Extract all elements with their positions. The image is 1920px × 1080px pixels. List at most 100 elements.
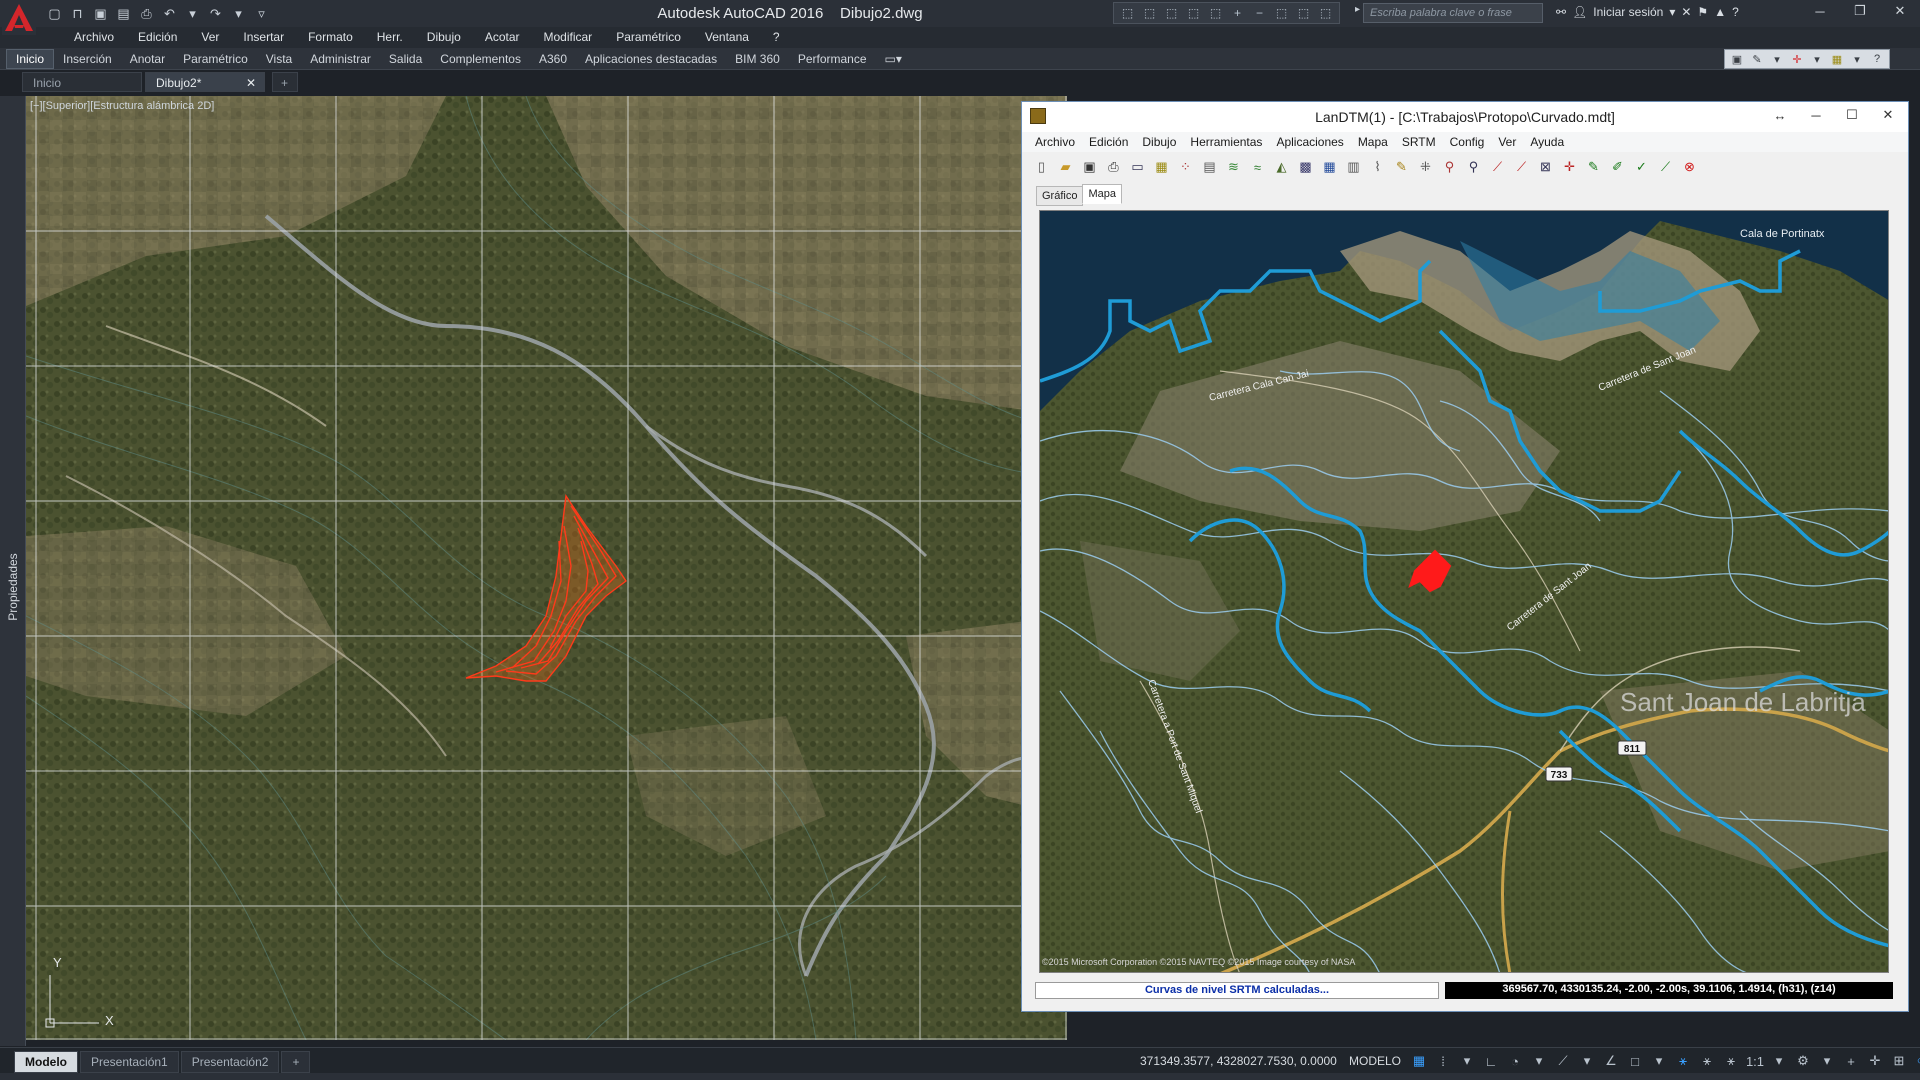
menu-modificar[interactable]: Modificar [532, 27, 605, 48]
restore-icon[interactable]: ❐ [1840, 0, 1880, 22]
add-icon[interactable]: + [1840, 1051, 1862, 1071]
edit-points-icon[interactable]: ⁜ [1414, 156, 1437, 178]
clean-screen-icon[interactable]: ⬭ [1912, 1051, 1920, 1071]
landtm-menu-ayuda[interactable]: Ayuda [1523, 132, 1571, 152]
minimize-icon[interactable]: ─ [1798, 104, 1834, 126]
menu-parametrico[interactable]: Paramétrico [604, 27, 693, 48]
ribbon-tab-aplicaciones[interactable]: Aplicaciones destacadas [576, 50, 726, 68]
binoculars-icon[interactable]: ⚯ [1556, 5, 1566, 19]
cursor-coordinates[interactable]: 371349.3577, 4328027.7530, 0.0000 [1140, 1054, 1337, 1068]
line-tool-icon[interactable]: ⟋ [1486, 156, 1509, 178]
ribbon-tab-bim360[interactable]: BIM 360 [726, 50, 789, 68]
isodraft-icon[interactable]: ⟋ [1552, 1051, 1574, 1071]
model-space-toggle[interactable]: MODELO [1349, 1054, 1401, 1068]
crosshair-icon[interactable]: ✛ [1788, 51, 1806, 67]
ribbon-tab-inicio[interactable]: Inicio [6, 49, 55, 69]
redo-icon[interactable]: ↷ [205, 5, 226, 24]
menu-insertar[interactable]: Insertar [231, 27, 296, 48]
polar-icon[interactable]: ◔ [1504, 1051, 1526, 1071]
stop-icon[interactable]: ⊗ [1678, 156, 1701, 178]
open-folder-icon[interactable]: ▰ [1054, 156, 1077, 178]
layout-tab-presentacion1[interactable]: Presentación1 [80, 1051, 179, 1073]
landtm-menu-herramientas[interactable]: Herramientas [1183, 132, 1269, 152]
ribbon-tab-insercion[interactable]: Inserción [54, 50, 121, 68]
zoom-all-icon[interactable]: ⬚ [1271, 4, 1292, 22]
search-input[interactable]: Escriba palabra clave o frase [1363, 3, 1543, 23]
print-icon[interactable]: ⎙ [1102, 156, 1125, 178]
layout-tab-modelo[interactable]: Modelo [14, 1051, 78, 1073]
dropdown-icon[interactable]: ▾ [1808, 51, 1826, 67]
menu-archivo[interactable]: Archivo [62, 27, 126, 48]
doc-tab-start[interactable]: Inicio [22, 72, 142, 92]
measure-icon[interactable]: ⟋ [1654, 156, 1677, 178]
signin-link[interactable]: Iniciar sesión [1593, 5, 1663, 19]
save-icon[interactable]: ▣ [1078, 156, 1101, 178]
image-icon[interactable]: ▩ [1294, 156, 1317, 178]
pattern-icon[interactable]: ▦ [1828, 51, 1846, 67]
menu-ventana[interactable]: Ventana [693, 27, 761, 48]
new-tab-button[interactable]: + [272, 72, 298, 92]
snap-dropdown-icon[interactable]: ▾ [1456, 1051, 1478, 1071]
save-small-icon[interactable]: ▣ [1728, 51, 1746, 67]
tab-grafico[interactable]: Gráfico [1036, 186, 1084, 206]
resize-icon[interactable]: ↔ [1762, 104, 1798, 126]
help-tool-icon[interactable]: ? [1868, 51, 1886, 67]
landtm-titlebar[interactable]: LanDTM(1) - [C:\Trabajos\Protopo\Curvado… [1022, 102, 1908, 132]
autodesk-360-icon[interactable]: ⚑ [1697, 5, 1708, 19]
menu-dibujo[interactable]: Dibujo [415, 27, 473, 48]
pencil-icon[interactable]: ✎ [1582, 156, 1605, 178]
signin-dropdown-icon[interactable]: ▾ [1669, 5, 1675, 19]
undo-icon[interactable]: ↶ [159, 5, 180, 24]
doc-tab-dibujo2[interactable]: Dibujo2* ✕ [145, 72, 265, 92]
annotation-scale-icon[interactable]: ⚹ [1720, 1051, 1742, 1071]
zoom-scale-icon[interactable]: ⬚ [1161, 4, 1182, 22]
report-icon[interactable]: ▥ [1342, 156, 1365, 178]
snap-icon[interactable]: ⁞ [1432, 1051, 1454, 1071]
workspace-dropdown-icon[interactable]: ▾ [1816, 1051, 1838, 1071]
open-folder-icon[interactable]: ⊓ [67, 5, 88, 24]
auto-scale-icon[interactable]: ⚹ [1696, 1051, 1718, 1071]
hardware-acceleration-icon[interactable]: ⊞ [1888, 1051, 1910, 1071]
menu-edicion[interactable]: Edición [126, 27, 189, 48]
ribbon-tab-salida[interactable]: Salida [380, 50, 431, 68]
viewport-controls[interactable]: [−][Superior][Estructura alámbrica 2D] [30, 100, 214, 112]
ortho-icon[interactable]: ∟ [1480, 1051, 1502, 1071]
close-icon[interactable]: ✕ [1870, 104, 1906, 126]
autocad-logo-icon[interactable] [2, 1, 36, 35]
polar-dropdown-icon[interactable]: ▾ [1528, 1051, 1550, 1071]
terrain-icon[interactable]: ◭ [1270, 156, 1293, 178]
mark-icon[interactable]: ✓ [1630, 156, 1653, 178]
scale-icon[interactable]: ⊠ [1534, 156, 1557, 178]
crosshair-icon[interactable]: ✛ [1558, 156, 1581, 178]
grid-frame-icon[interactable]: ▤ [1198, 156, 1221, 178]
window-icon[interactable]: ▭ [1126, 156, 1149, 178]
close-icon[interactable]: ✕ [1880, 0, 1920, 22]
landtm-map-view[interactable]: 811 733 Cala de Portinatx Carretera Cala… [1039, 210, 1889, 973]
landtm-menu-archivo[interactable]: Archivo [1028, 132, 1082, 152]
print-icon[interactable]: ⎙ [136, 5, 157, 24]
dropdown-icon[interactable]: ▾ [1768, 51, 1786, 67]
expand-arrow-icon[interactable]: ▸ [1355, 4, 1363, 22]
menu-ver[interactable]: Ver [189, 27, 231, 48]
line-tool-alt-icon[interactable]: ⟋ [1510, 156, 1533, 178]
close-tab-icon[interactable]: ✕ [246, 76, 256, 90]
landtm-menu-edicion[interactable]: Edición [1082, 132, 1135, 152]
menu-formato[interactable]: Formato [296, 27, 365, 48]
object-tracking-icon[interactable]: ∠ [1600, 1051, 1622, 1071]
properties-label[interactable]: Propiedades [0, 553, 26, 620]
landtm-menu-aplicaciones[interactable]: Aplicaciones [1269, 132, 1350, 152]
isolate-objects-icon[interactable]: ✛ [1864, 1051, 1886, 1071]
ribbon-tab-anotar[interactable]: Anotar [121, 50, 174, 68]
pattern-icon[interactable]: ▦ [1150, 156, 1173, 178]
undo-dropdown-icon[interactable]: ▾ [182, 5, 203, 24]
zoom-out-icon[interactable]: − [1249, 4, 1270, 22]
grid-icon[interactable]: ▦ [1408, 1051, 1430, 1071]
landtm-menu-config[interactable]: Config [1443, 132, 1492, 152]
landtm-menu-mapa[interactable]: Mapa [1351, 132, 1395, 152]
zoom-object-icon[interactable]: ⬚ [1205, 4, 1226, 22]
minimize-icon[interactable]: ─ [1800, 0, 1840, 22]
annotation-visibility-icon[interactable]: ⚹ [1672, 1051, 1694, 1071]
user-icon[interactable]: 👤︎ [1572, 5, 1587, 19]
landtm-menu-dibujo[interactable]: Dibujo [1135, 132, 1183, 152]
help-icon[interactable]: ? [1732, 5, 1739, 19]
